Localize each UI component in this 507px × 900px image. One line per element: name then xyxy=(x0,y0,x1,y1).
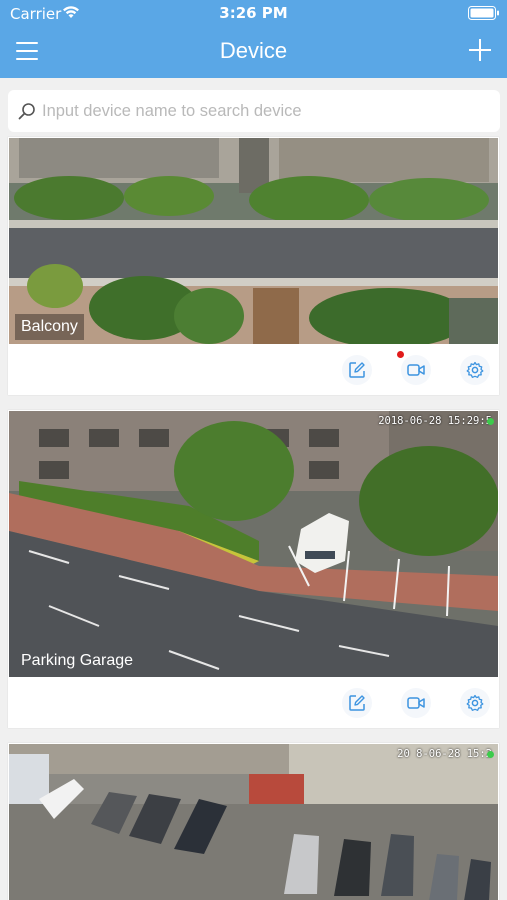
add-device-button[interactable] xyxy=(469,39,491,61)
page-title: Device xyxy=(219,38,288,63)
gear-icon xyxy=(466,694,484,711)
gear-icon xyxy=(466,361,484,378)
nav-bar: Device xyxy=(0,26,507,78)
record-video-button[interactable] xyxy=(401,688,431,718)
search-bar[interactable] xyxy=(8,90,500,132)
app-header: Carrier 3:26 PM Device xyxy=(0,0,507,78)
video-camera-icon xyxy=(407,697,425,709)
alert-indicator xyxy=(397,351,404,358)
camera-preview[interactable]: 20 8-06-28 15:2 xyxy=(9,744,498,900)
online-indicator xyxy=(487,418,494,425)
status-bar: Carrier 3:26 PM xyxy=(0,0,507,26)
video-camera-icon xyxy=(407,364,425,376)
search-input[interactable] xyxy=(42,96,482,126)
device-card: 20 8-06-28 15:2 xyxy=(8,743,499,900)
device-actions xyxy=(8,676,499,728)
search-icon xyxy=(18,103,35,120)
battery-icon xyxy=(468,6,499,20)
osd-timestamp: 20 8-06-28 15:2 xyxy=(397,748,492,760)
device-settings-button[interactable] xyxy=(460,688,490,718)
edit-device-button[interactable] xyxy=(342,355,372,385)
device-name-label: Balcony xyxy=(15,314,84,340)
clock: 3:26 PM xyxy=(219,4,288,22)
device-card: Balcony xyxy=(8,137,499,395)
camera-preview[interactable]: 2018-06-28 15:29:5 Parking Garage xyxy=(9,411,498,677)
record-video-button[interactable] xyxy=(401,355,431,385)
edit-device-button[interactable] xyxy=(342,688,372,718)
osd-timestamp: 2018-06-28 15:29:5 xyxy=(378,415,492,427)
device-actions xyxy=(8,343,499,395)
device-name-label: Parking Garage xyxy=(21,652,134,669)
camera-preview[interactable]: Balcony xyxy=(9,138,498,344)
device-card: 2018-06-28 15:29:5 Parking Garage xyxy=(8,410,499,728)
device-settings-button[interactable] xyxy=(460,355,490,385)
edit-icon xyxy=(349,362,365,378)
edit-icon xyxy=(349,695,365,711)
online-indicator xyxy=(487,751,494,758)
